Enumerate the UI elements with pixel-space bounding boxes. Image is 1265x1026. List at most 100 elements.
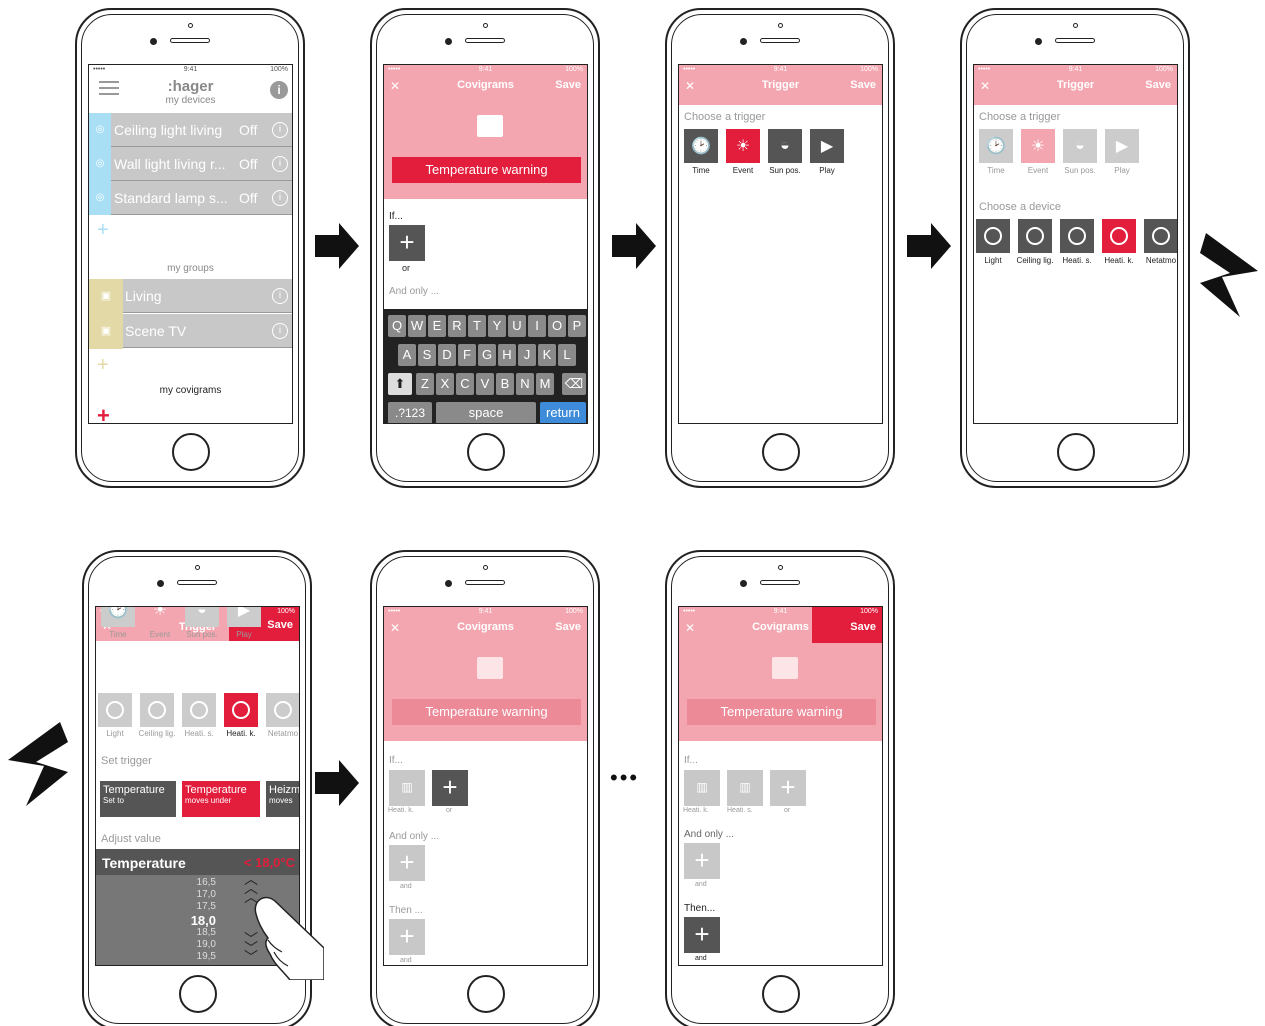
device-light-tile[interactable] xyxy=(976,219,1010,253)
home-button[interactable] xyxy=(762,433,800,471)
picker-value[interactable]: 17,5 xyxy=(176,901,216,912)
trigger-time-tile[interactable]: 🕑 xyxy=(979,129,1013,163)
trigger-sunpos-tile[interactable]: ◒ xyxy=(185,607,219,627)
key-j[interactable]: J xyxy=(518,344,536,366)
option-temperature-moves-under[interactable]: Temperature moves under xyxy=(182,781,260,817)
add-and-button[interactable]: + xyxy=(389,845,425,881)
save-button[interactable]: Save xyxy=(555,621,581,633)
key-t[interactable]: T xyxy=(468,315,486,337)
picker-value[interactable]: 18,0 xyxy=(176,913,216,928)
home-button[interactable] xyxy=(762,975,800,1013)
trigger-play-tile[interactable]: ▶ xyxy=(227,607,261,627)
home-button[interactable] xyxy=(179,975,217,1013)
key-c[interactable]: C xyxy=(456,373,474,395)
key-m[interactable]: M xyxy=(536,373,554,395)
space-key[interactable]: space xyxy=(436,402,536,423)
key-h[interactable]: H xyxy=(498,344,516,366)
add-and-button[interactable]: + xyxy=(684,843,720,879)
key-a[interactable]: A xyxy=(398,344,416,366)
trigger-play-tile[interactable]: ▶ xyxy=(810,129,844,163)
picker-value[interactable]: 19,0 xyxy=(176,939,216,950)
save-button[interactable]: Save xyxy=(267,619,293,631)
device-row[interactable]: ◎ Standard lamp s... Off i xyxy=(89,181,292,215)
device-heatik-tile[interactable] xyxy=(224,693,258,727)
info-icon[interactable]: i xyxy=(272,323,288,339)
save-button[interactable]: Save xyxy=(850,79,876,91)
device-row[interactable]: ◎ Ceiling light living Off i xyxy=(89,113,292,147)
shift-key-icon[interactable]: ⬆ xyxy=(388,373,412,395)
key-v[interactable]: V xyxy=(476,373,494,395)
home-button[interactable] xyxy=(467,433,505,471)
device-netatmo-tile[interactable] xyxy=(266,693,299,727)
key-o[interactable]: O xyxy=(548,315,566,337)
add-or-button[interactable]: + xyxy=(770,770,806,806)
heati-k-tile[interactable]: ▥ xyxy=(684,770,720,806)
key-i[interactable]: I xyxy=(528,315,546,337)
heati-k-tile[interactable]: ▥ xyxy=(389,770,425,806)
device-netatmo-tile[interactable] xyxy=(1144,219,1177,253)
key-u[interactable]: U xyxy=(508,315,526,337)
key-s[interactable]: S xyxy=(418,344,436,366)
heati-s-tile[interactable]: ▥ xyxy=(727,770,763,806)
option-heizm[interactable]: Heizm moves xyxy=(266,781,299,817)
key-w[interactable]: W xyxy=(408,315,426,337)
home-button[interactable] xyxy=(172,433,210,471)
picker-value[interactable]: 17,0 xyxy=(176,889,216,900)
device-row[interactable]: ◎ Wall light living r... Off i xyxy=(89,147,292,181)
key-z[interactable]: Z xyxy=(416,373,434,395)
key-f[interactable]: F xyxy=(458,344,476,366)
home-button[interactable] xyxy=(1057,433,1095,471)
key-e[interactable]: E xyxy=(428,315,446,337)
add-then-button[interactable]: + xyxy=(684,917,720,953)
key-k[interactable]: K xyxy=(538,344,556,366)
picker-value[interactable]: 18,5 xyxy=(176,927,216,938)
key-y[interactable]: Y xyxy=(488,315,506,337)
save-button[interactable]: Save xyxy=(555,79,581,91)
key-x[interactable]: X xyxy=(436,373,454,395)
key-l[interactable]: L xyxy=(558,344,576,366)
info-icon[interactable]: i xyxy=(272,288,288,304)
device-ceilinglig-tile[interactable] xyxy=(1018,219,1052,253)
key-n[interactable]: N xyxy=(516,373,534,395)
key-q[interactable]: Q xyxy=(388,315,406,337)
key-r[interactable]: R xyxy=(448,315,466,337)
info-icon[interactable]: i xyxy=(272,190,288,206)
device-heatis-tile[interactable] xyxy=(182,693,216,727)
device-ceilinglig-tile[interactable] xyxy=(140,693,174,727)
save-button[interactable]: Save xyxy=(850,621,876,633)
trigger-sunpos-tile[interactable]: ◒ xyxy=(768,129,802,163)
add-then-button[interactable]: + xyxy=(389,919,425,955)
add-group-icon[interactable]: + xyxy=(97,354,109,377)
group-row[interactable]: ▣ Living i xyxy=(89,279,292,314)
add-if-button[interactable]: + xyxy=(389,225,425,261)
info-icon[interactable]: i xyxy=(272,156,288,172)
numbers-key[interactable]: .?123 xyxy=(388,402,432,423)
trigger-time-tile[interactable]: 🕑 xyxy=(101,607,135,627)
device-heatik-tile[interactable] xyxy=(1102,219,1136,253)
key-b[interactable]: B xyxy=(496,373,514,395)
add-covigram-icon[interactable]: + xyxy=(97,403,110,423)
trigger-event-tile[interactable]: ☀ xyxy=(143,607,177,627)
backspace-key-icon[interactable]: ⌫ xyxy=(562,373,586,395)
device-light-tile[interactable] xyxy=(98,693,132,727)
trigger-play-tile[interactable]: ▶ xyxy=(1105,129,1139,163)
name-field[interactable]: Temperature warning xyxy=(687,699,876,725)
key-p[interactable]: P xyxy=(568,315,586,337)
return-key[interactable]: return xyxy=(540,402,586,423)
device-heatis-tile[interactable] xyxy=(1060,219,1094,253)
name-field[interactable]: Temperature warning xyxy=(392,157,581,183)
key-d[interactable]: D xyxy=(438,344,456,366)
key-g[interactable]: G xyxy=(478,344,496,366)
picker-value[interactable]: 19,5 xyxy=(176,951,216,962)
picker-value[interactable]: 16,5 xyxy=(176,877,216,888)
trigger-event-tile[interactable]: ☀ xyxy=(1021,129,1055,163)
info-icon[interactable]: i xyxy=(272,122,288,138)
trigger-time-tile[interactable]: 🕑 xyxy=(684,129,718,163)
trigger-event-tile[interactable]: ☀ xyxy=(726,129,760,163)
add-or-button[interactable]: + xyxy=(432,770,468,806)
save-button[interactable]: Save xyxy=(1145,79,1171,91)
name-field[interactable]: Temperature warning xyxy=(392,699,581,725)
home-button[interactable] xyxy=(467,975,505,1013)
trigger-sunpos-tile[interactable]: ◒ xyxy=(1063,129,1097,163)
add-device-icon[interactable]: + xyxy=(97,219,109,242)
